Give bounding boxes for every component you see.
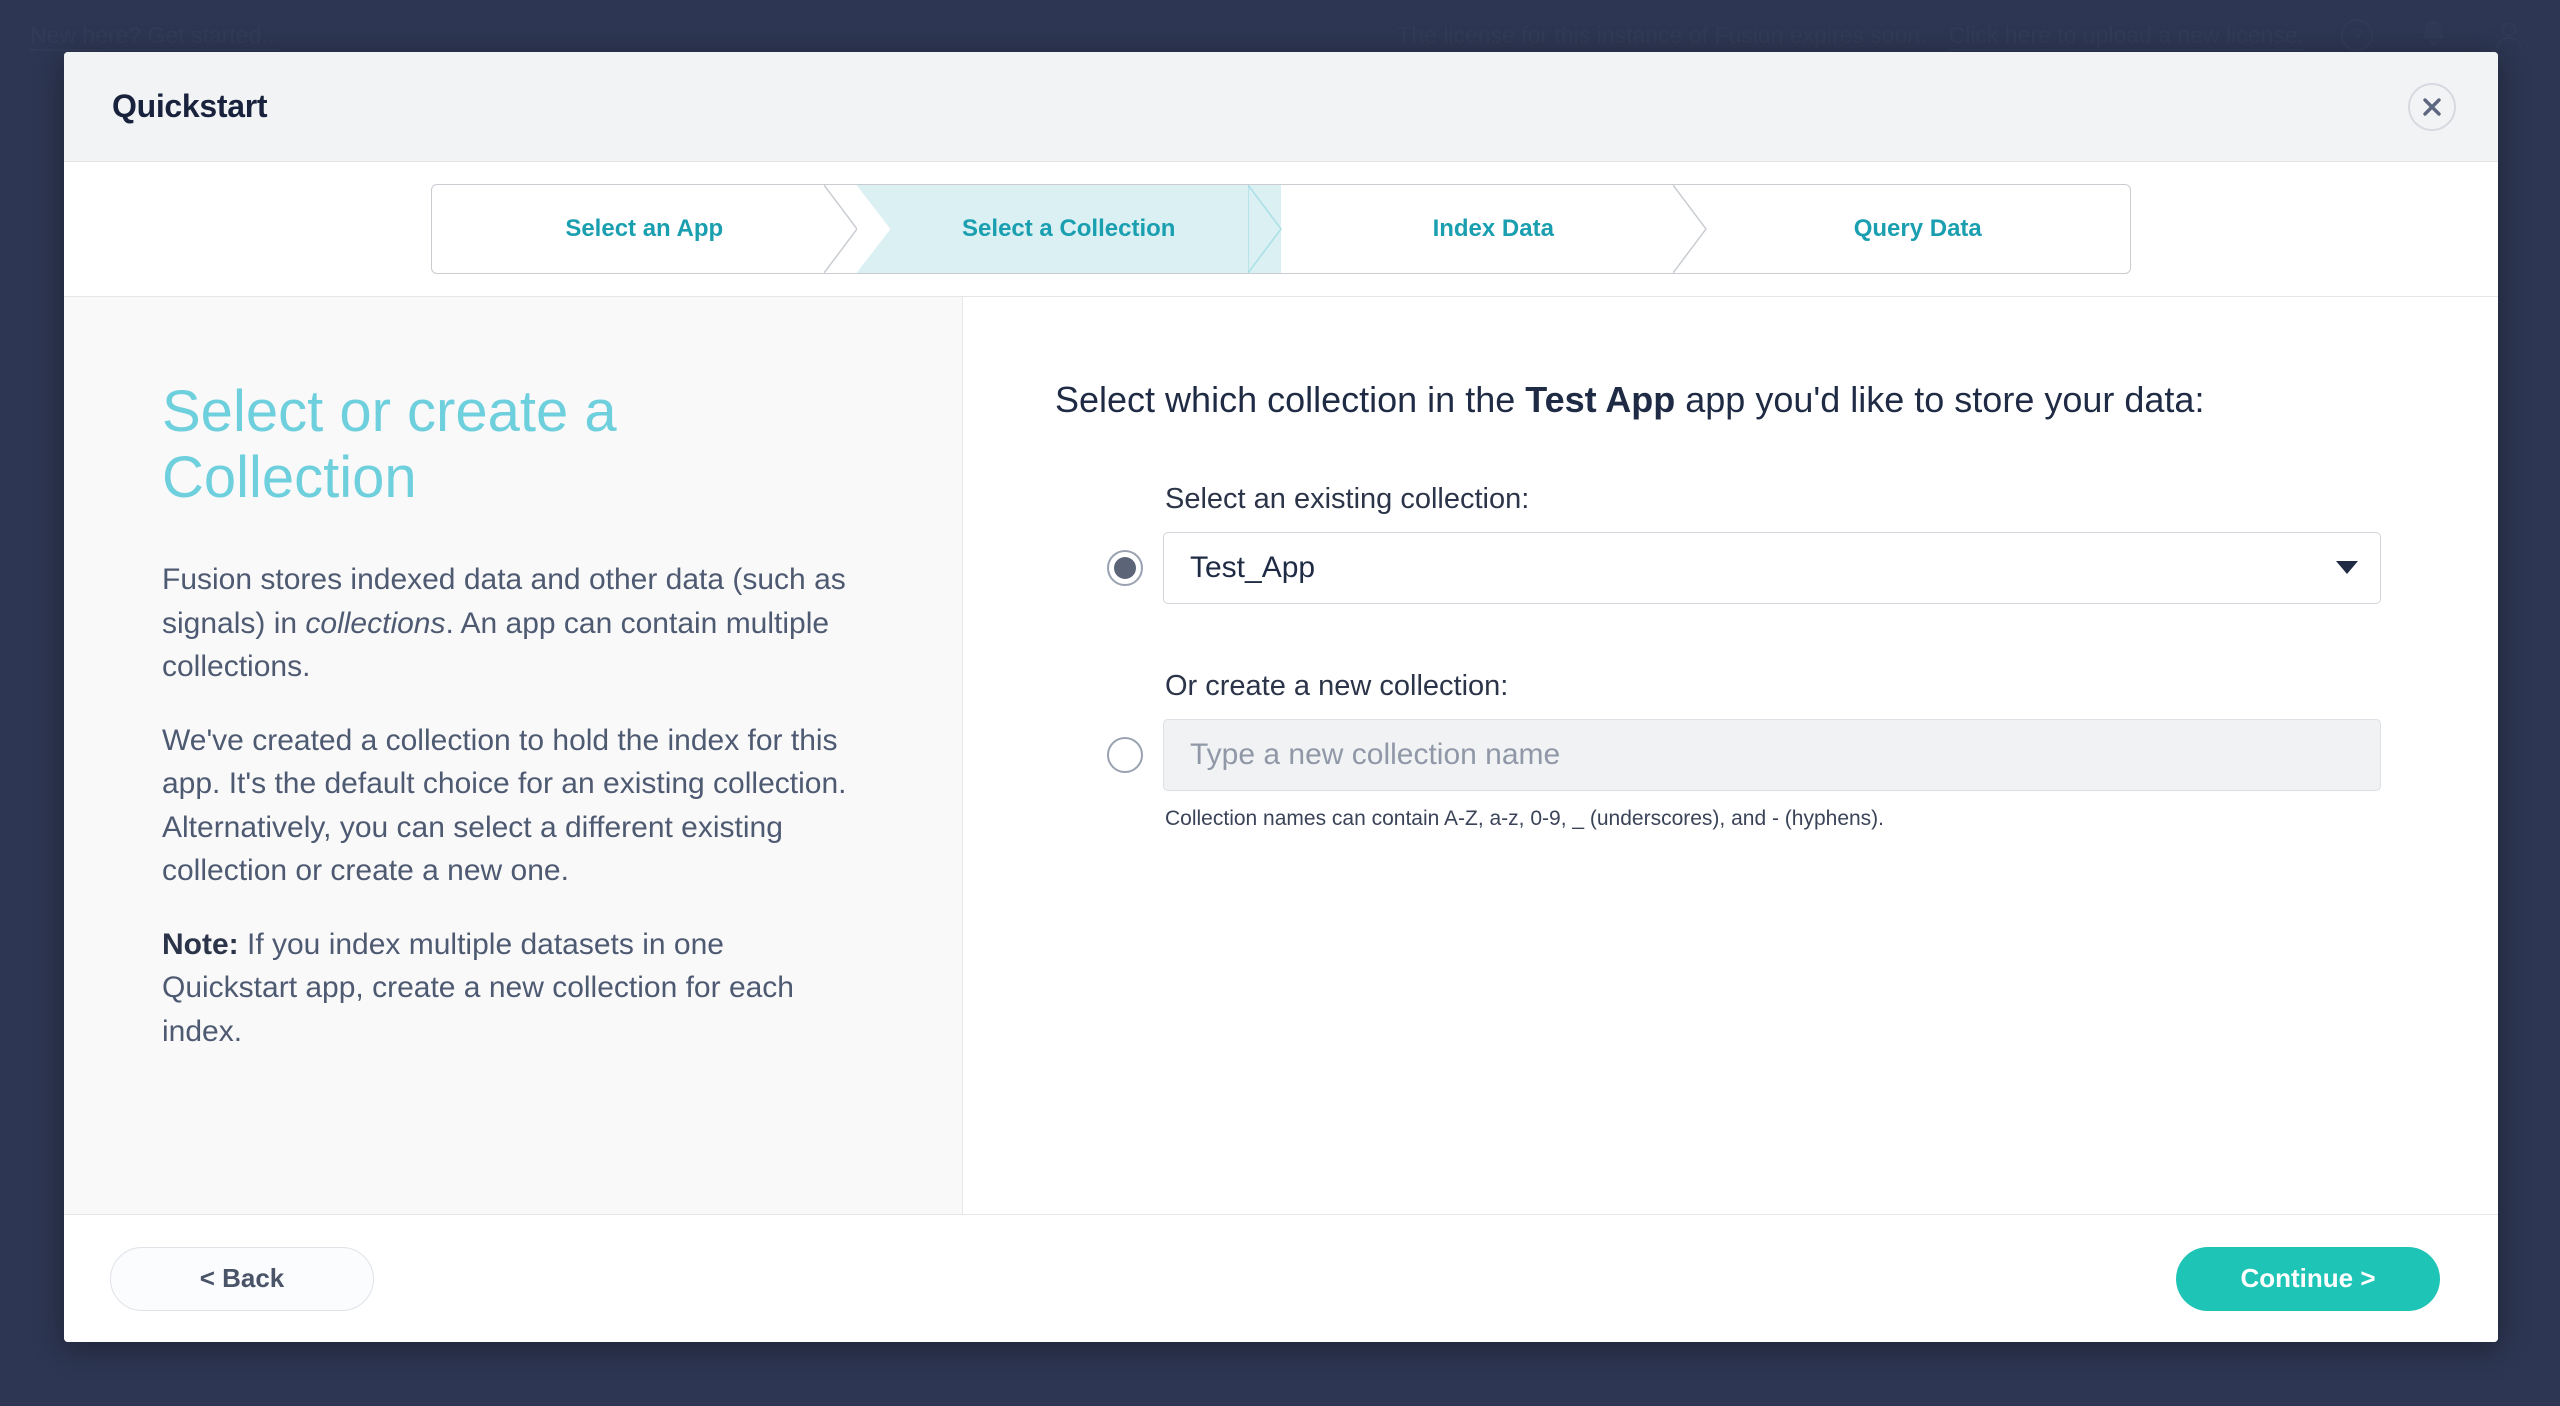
step-label: Index Data [1433,215,1554,243]
step-label: Select an App [565,215,723,243]
step-label: Select a Collection [962,215,1175,243]
modal-body: Select or create a Collection Fusion sto… [64,297,2498,1214]
new-collection-help-text: Collection names can contain A-Z, a-z, 0… [1165,807,2398,831]
chevron-separator-icon [824,185,858,273]
step-select-a-collection[interactable]: Select a Collection [857,185,1282,273]
chevron-separator-icon [1248,185,1282,273]
close-icon[interactable] [2408,83,2456,131]
form-lead-text: Select which collection in the Test App … [1055,375,2395,425]
chevron-down-icon [2336,561,2358,574]
continue-button[interactable]: Continue > [2176,1247,2440,1311]
form-spacer [1055,604,2398,670]
new-collection-label: Or create a new collection: [1165,670,2398,703]
existing-collection-selected-value: Test_App [1190,551,2336,585]
form-lead-app-name: Test App [1525,379,1675,420]
modal-footer: < Back Continue > [64,1214,2498,1342]
form-lead-pre: Select which collection in the [1055,379,1525,420]
info-paragraph-1: Fusion stores indexed data and other dat… [162,558,866,689]
existing-collection-row: Test_App [1107,532,2398,604]
new-collection-row [1107,719,2398,791]
info-note-text: If you index multiple datasets in one Qu… [162,928,794,1048]
form-lead-post: app you'd like to store your data: [1675,379,2204,420]
info-panel-title: Select or create a Collection [162,379,866,510]
step-select-an-app[interactable]: Select an App [432,185,857,273]
info-panel: Select or create a Collection Fusion sto… [64,297,963,1214]
modal-header: Quickstart [64,52,2498,162]
info-paragraph-2: We've created a collection to hold the i… [162,719,866,893]
existing-collection-label: Select an existing collection: [1165,483,2398,516]
quickstart-modal: Quickstart Select an App Select a Collec… [64,52,2498,1342]
step-index-data[interactable]: Index Data [1281,185,1706,273]
existing-collection-group: Select an existing collection: Test_App [1107,483,2398,604]
info-paragraph-1-emphasis: collections [305,607,445,640]
chevron-separator-icon [1673,185,1707,273]
info-note-label: Note: [162,928,239,961]
form-panel: Select which collection in the Test App … [963,297,2498,1214]
radio-existing-collection[interactable] [1107,550,1143,586]
new-collection-group: Or create a new collection: Collection n… [1107,670,2398,831]
radio-new-collection[interactable] [1107,737,1143,773]
new-collection-name-input[interactable] [1163,719,2381,791]
step-label: Query Data [1854,215,1982,243]
info-note: Note: If you index multiple datasets in … [162,923,866,1054]
wizard-stepper: Select an App Select a Collection Index … [431,184,2131,274]
modal-title: Quickstart [112,88,267,125]
back-button[interactable]: < Back [110,1247,374,1311]
existing-collection-select[interactable]: Test_App [1163,532,2381,604]
step-query-data[interactable]: Query Data [1706,185,2131,273]
wizard-stepper-container: Select an App Select a Collection Index … [64,162,2498,297]
